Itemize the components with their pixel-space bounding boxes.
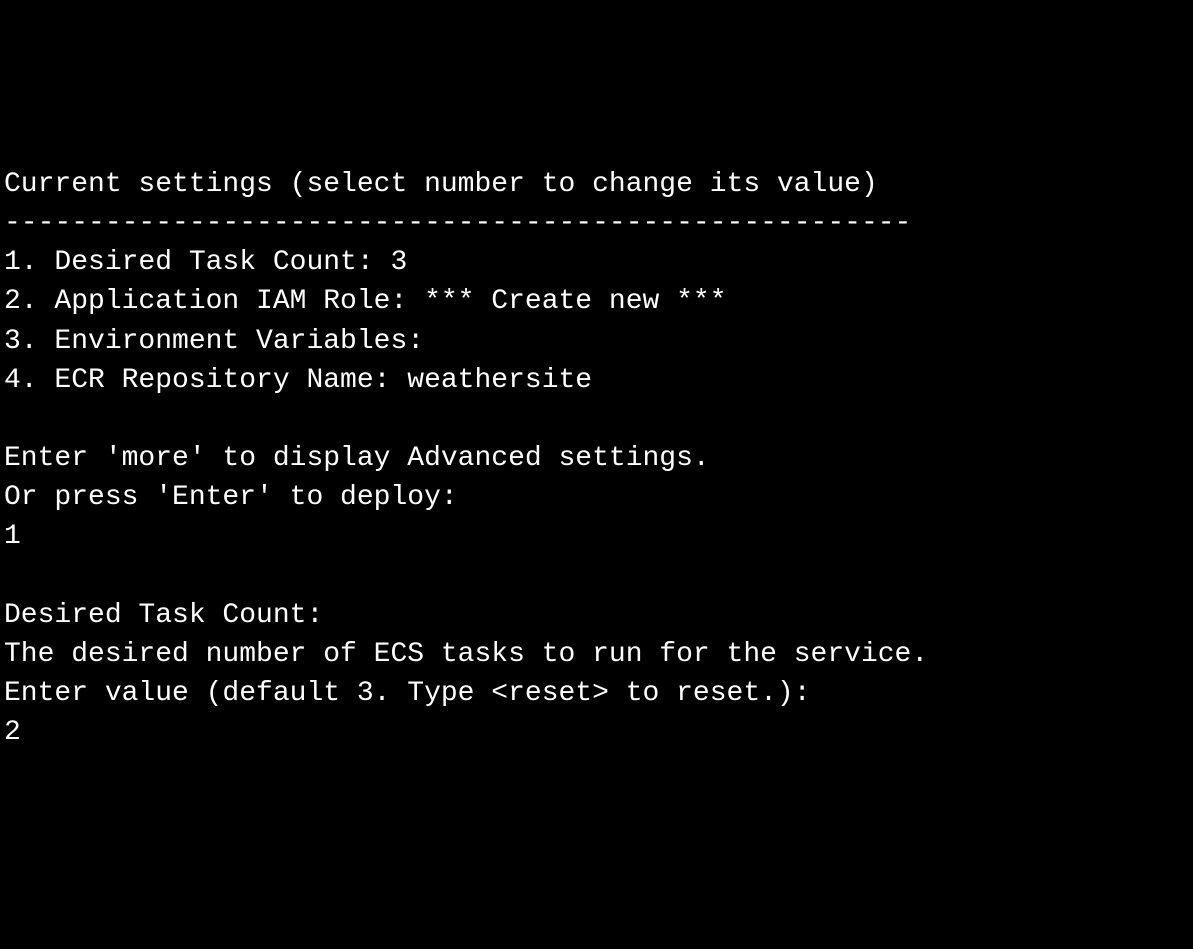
- detail-title: Desired Task Count:: [4, 596, 1193, 635]
- detail-description: The desired number of ECS tasks to run f…: [4, 635, 1193, 674]
- blank-line: [4, 400, 1193, 439]
- setting-item-env-vars[interactable]: 3. Environment Variables:: [4, 322, 1193, 361]
- user-input-1[interactable]: 1: [4, 517, 1193, 556]
- advanced-prompt: Enter 'more' to display Advanced setting…: [4, 439, 1193, 478]
- setting-item-iam-role[interactable]: 2. Application IAM Role: *** Create new …: [4, 282, 1193, 321]
- enter-value-prompt: Enter value (default 3. Type <reset> to …: [4, 674, 1193, 713]
- user-input-2[interactable]: 2: [4, 713, 1193, 752]
- divider: ----------------------------------------…: [4, 204, 1193, 243]
- settings-header: Current settings (select number to chang…: [4, 165, 1193, 204]
- setting-item-task-count[interactable]: 1. Desired Task Count: 3: [4, 243, 1193, 282]
- deploy-prompt: Or press 'Enter' to deploy:: [4, 478, 1193, 517]
- blank-line: [4, 557, 1193, 596]
- setting-item-ecr-repo[interactable]: 4. ECR Repository Name: weathersite: [4, 361, 1193, 400]
